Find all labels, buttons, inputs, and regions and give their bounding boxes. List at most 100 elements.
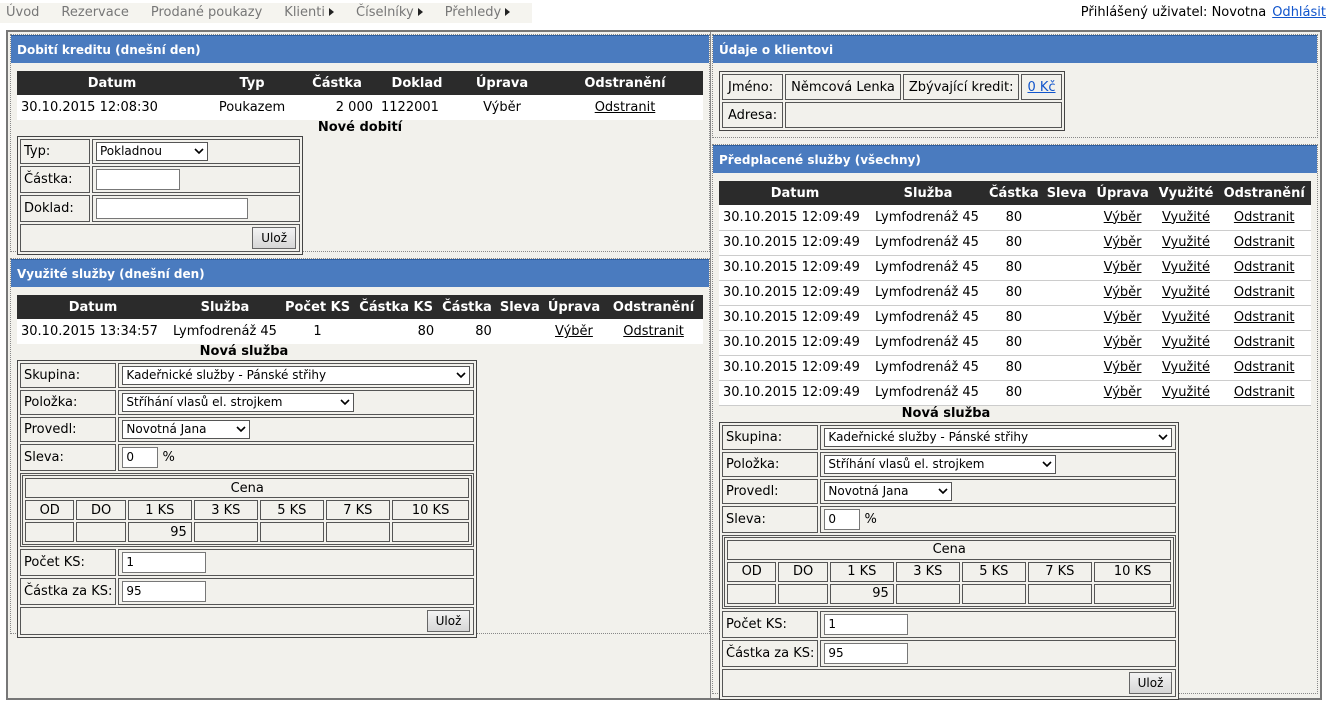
sleva-input[interactable]: 0 bbox=[824, 508, 861, 530]
select-link[interactable]: Výběr bbox=[1104, 210, 1142, 225]
menu-item-ciselniky[interactable]: Číselníky bbox=[356, 3, 423, 23]
typ-select-value: Pokladnou bbox=[100, 144, 162, 158]
price-header-row: OD DO 1 KS 3 KS 5 KS 7 KS 10 KS bbox=[727, 561, 1172, 582]
user-info: Přihlášený uživatel: Novotna Odhlásit bbox=[1081, 3, 1326, 23]
castka-za-ks-input[interactable]: 95 bbox=[122, 581, 207, 602]
typ-label: Typ: bbox=[20, 139, 90, 164]
used-link[interactable]: Využité bbox=[1162, 335, 1210, 350]
skupina-select[interactable]: Kadeřnické služby - Pánské střihy bbox=[122, 366, 471, 385]
adresa-label: Adresa: bbox=[722, 102, 784, 128]
delete-link[interactable]: Odstranit bbox=[1234, 210, 1295, 225]
cell-datum: 30.10.2015 12:09:49 bbox=[719, 330, 871, 356]
pocet-ks-input[interactable]: 1 bbox=[122, 552, 207, 573]
chevron-down-icon bbox=[340, 399, 350, 406]
delete-link[interactable]: Odstranit bbox=[1234, 310, 1295, 325]
table-row: 30.10.2015 12:09:49 Lymfodrenáž 45 80 Výběr… bbox=[719, 230, 1311, 256]
castka-label: Částka: bbox=[20, 166, 90, 193]
polozka-label: Položka: bbox=[722, 451, 819, 477]
provedl-label: Provedl: bbox=[722, 478, 819, 504]
polozka-select[interactable]: Stříhání vlasů el. strojkem bbox=[824, 454, 1057, 474]
cell-sluzba: Lymfodrenáž 45 bbox=[871, 380, 985, 406]
client-info-title: Údaje o klientovi bbox=[713, 35, 1317, 63]
col-header-uprava: Úprava bbox=[543, 295, 605, 319]
used-link[interactable]: Využité bbox=[1162, 285, 1210, 300]
used-link[interactable]: Využité bbox=[1162, 260, 1210, 275]
col-header-doklad: Doklad bbox=[377, 71, 457, 95]
cell-sluzba: Lymfodrenáž 45 bbox=[871, 255, 985, 281]
select-link[interactable]: Výběr bbox=[1104, 310, 1142, 325]
cell-typ: Poukazem bbox=[207, 95, 297, 120]
pocet-ks-input[interactable]: 1 bbox=[824, 613, 909, 635]
polozka-select[interactable]: Stříhání vlasů el. strojkem bbox=[122, 393, 355, 412]
polozka-label: Položka: bbox=[20, 390, 117, 415]
col-header-datum: Datum bbox=[719, 181, 871, 205]
menu-item-rezervace[interactable]: Rezervace bbox=[61, 3, 128, 23]
logged-user-label: Přihlášený uživatel: Novotna bbox=[1080, 5, 1267, 20]
kredit-link[interactable]: 0 Kč bbox=[1027, 80, 1055, 95]
delete-link[interactable]: Odstranit bbox=[1234, 260, 1295, 275]
price-value bbox=[778, 583, 828, 604]
submenu-arrow-icon bbox=[329, 8, 334, 16]
main-menu: Úvod Rezervace Prodané poukazy Klienti Č… bbox=[0, 3, 533, 23]
cell-sleva bbox=[1042, 205, 1091, 231]
cell-castka: 80 bbox=[438, 319, 496, 344]
cell-sleva bbox=[1042, 330, 1091, 356]
castka-input[interactable] bbox=[96, 169, 180, 190]
provedl-select[interactable]: Novotná Jana bbox=[122, 420, 251, 439]
skupina-select[interactable]: Kadeřnické služby - Pánské střihy bbox=[824, 427, 1173, 447]
credit-panel: Dobití kreditu (dnešní den) Datum Typ Čá… bbox=[10, 34, 710, 255]
delete-link[interactable]: Odstranit bbox=[1234, 285, 1295, 300]
logout-link[interactable]: Odhlásit bbox=[1272, 5, 1326, 20]
select-link[interactable]: Výběr bbox=[1104, 335, 1142, 350]
used-link[interactable]: Využité bbox=[1162, 385, 1210, 400]
column-divider bbox=[710, 32, 711, 698]
col-header-castka-ks: Částka KS bbox=[354, 295, 439, 319]
skupina-label: Skupina: bbox=[722, 424, 819, 450]
select-link[interactable]: Výběr bbox=[1104, 360, 1142, 375]
price-header: OD bbox=[727, 561, 777, 582]
provedl-label: Provedl: bbox=[20, 417, 117, 442]
used-link[interactable]: Využité bbox=[1162, 360, 1210, 375]
cell-datum: 30.10.2015 12:09:49 bbox=[719, 305, 871, 331]
menu-item-label: Přehledy bbox=[444, 5, 502, 20]
menu-item-prodane-poukazy[interactable]: Prodané poukazy bbox=[151, 3, 262, 23]
price-header-row: OD DO 1 KS 3 KS 5 KS 7 KS 10 KS bbox=[25, 500, 470, 520]
menu-item-uvod[interactable]: Úvod bbox=[6, 3, 39, 23]
used-link[interactable]: Využité bbox=[1162, 310, 1210, 325]
delete-link[interactable]: Odstranit bbox=[623, 324, 684, 339]
castka-za-ks-input[interactable]: 95 bbox=[824, 642, 909, 664]
select-link[interactable]: Výběr bbox=[1104, 235, 1142, 250]
provedl-select-value: Novotná Jana bbox=[126, 422, 207, 436]
col-header-sluzba: Služba bbox=[169, 295, 281, 319]
col-header-sluzba: Služba bbox=[871, 181, 985, 205]
menu-item-prehledy[interactable]: Přehledy bbox=[444, 3, 511, 23]
select-link[interactable]: Výběr bbox=[1104, 385, 1142, 400]
price-header: 5 KS bbox=[961, 561, 1026, 582]
delete-link[interactable]: Odstranit bbox=[1234, 360, 1295, 375]
typ-select[interactable]: Pokladnou bbox=[96, 142, 208, 161]
select-link[interactable]: Výběr bbox=[1104, 260, 1142, 275]
sleva-input[interactable]: 0 bbox=[122, 447, 159, 468]
sleva-label: Sleva: bbox=[722, 505, 819, 533]
cell-castka-ks: 80 bbox=[354, 319, 439, 344]
doklad-input[interactable] bbox=[96, 198, 248, 219]
used-link[interactable]: Využité bbox=[1162, 235, 1210, 250]
delete-link[interactable]: Odstranit bbox=[1234, 235, 1295, 250]
delete-link[interactable]: Odstranit bbox=[1234, 335, 1295, 350]
provedl-select[interactable]: Novotná Jana bbox=[824, 481, 953, 501]
cell-sluzba: Lymfodrenáž 45 bbox=[871, 205, 985, 231]
price-header: DO bbox=[778, 561, 828, 582]
delete-link[interactable]: Odstranit bbox=[595, 100, 656, 115]
menu-item-label: Klienti bbox=[284, 5, 325, 20]
used-link[interactable]: Využité bbox=[1162, 210, 1210, 225]
save-button[interactable]: Ulož bbox=[1128, 671, 1173, 694]
delete-link[interactable]: Odstranit bbox=[1234, 385, 1295, 400]
cell-sluzba: Lymfodrenáž 45 bbox=[871, 280, 985, 306]
save-button[interactable]: Ulož bbox=[426, 610, 471, 632]
price-header: 7 KS bbox=[325, 500, 390, 520]
select-link[interactable]: Výběr bbox=[1104, 285, 1142, 300]
skupina-select-value: Kadeřnické služby - Pánské střihy bbox=[828, 429, 1029, 444]
select-link[interactable]: Výběr bbox=[555, 324, 593, 339]
save-button[interactable]: Ulož bbox=[252, 227, 296, 249]
menu-item-klienti[interactable]: Klienti bbox=[284, 3, 334, 23]
